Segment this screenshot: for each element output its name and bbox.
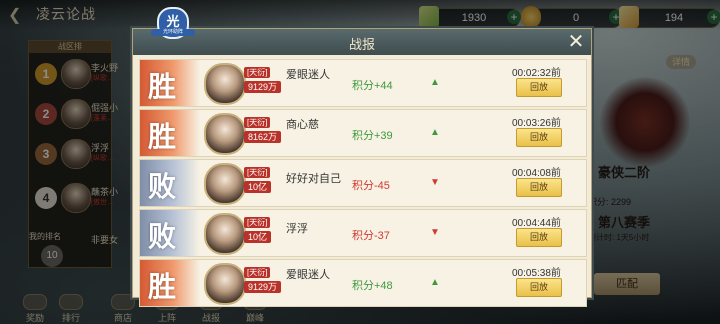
replay-button[interactable]: 回放	[516, 178, 562, 197]
battle-time: 00:05:38前	[512, 268, 561, 279]
server-tag: [天衍]	[244, 217, 271, 228]
power-badge: 9129万	[244, 81, 282, 93]
arrow-up-icon: ▲	[430, 277, 440, 288]
battle-row: 胜 [天衍] 9129万 爱眼迷人 积分+48 ▲ 00:05:38前 回放	[139, 259, 587, 307]
arrow-down-icon: ▼	[430, 177, 440, 188]
avatar	[204, 113, 246, 155]
modal-title: 战报	[348, 38, 375, 53]
arrow-up-icon: ▲	[430, 127, 440, 138]
replay-button[interactable]: 回放	[516, 128, 562, 147]
points-change: 积分-37	[352, 230, 390, 242]
battle-row: 败 [天衍] 10亿 好好对自己 积分-45 ▼ 00:04:08前 回放	[139, 159, 587, 207]
opponent-name: 商心慈	[286, 119, 319, 131]
opponent-name: 浮浮	[286, 223, 308, 235]
battle-row: 胜 [天衍] 9129万 爱眼迷人 积分+44 ▲ 00:02:32前 回放	[139, 59, 587, 107]
result-stamp: 败	[140, 160, 200, 206]
close-icon[interactable]: ✕	[565, 31, 587, 53]
result-stamp: 胜	[140, 60, 200, 106]
server-tag: [天衍]	[244, 67, 271, 78]
server-tag: [天衍]	[244, 117, 271, 128]
battle-time: 00:03:26前	[512, 118, 561, 129]
power-badge: 10亿	[244, 231, 272, 243]
result-glyph: 胜	[148, 70, 177, 103]
result-stamp: 败	[140, 210, 200, 256]
replay-button[interactable]: 回放	[516, 78, 562, 97]
battle-row: 胜 [天衍] 8162万 商心慈 积分+39 ▲ 00:03:26前 回放	[139, 109, 587, 157]
power-badge: 8162万	[244, 131, 282, 143]
opponent-name: 爱眼迷人	[286, 69, 330, 81]
points-change: 积分+39	[352, 130, 393, 142]
points-change: 积分+48	[352, 280, 393, 292]
avatar	[204, 263, 246, 305]
points-change: 积分+44	[352, 80, 393, 92]
result-glyph: 胜	[148, 120, 177, 153]
result-stamp: 胜	[140, 260, 200, 306]
server-tag: [天衍]	[244, 167, 271, 178]
opponent-name: 好好对自己	[286, 173, 341, 185]
result-glyph: 败	[148, 170, 177, 203]
avatar	[204, 213, 246, 255]
modal-header: 战报 ✕	[133, 29, 591, 55]
aura-badge[interactable]: 光 光环助阵	[151, 7, 195, 43]
battle-time: 00:04:08前	[512, 168, 561, 179]
battle-row: 败 [天衍] 10亿 浮浮 积分-37 ▼ 00:04:44前 回放	[139, 209, 587, 257]
avatar	[204, 63, 246, 105]
battle-report-modal: 战报 ✕ 光 光环助阵 胜 [天衍] 9129万 爱眼迷人 积分+44 ▲ 00…	[132, 7, 592, 307]
avatar	[204, 163, 246, 205]
opponent-name: 爱眼迷人	[286, 269, 330, 281]
replay-button[interactable]: 回放	[516, 278, 562, 297]
arrow-down-icon: ▼	[430, 227, 440, 238]
power-badge: 10亿	[244, 181, 272, 193]
replay-button[interactable]: 回放	[516, 228, 562, 247]
result-glyph: 败	[148, 220, 177, 253]
server-tag: [天衍]	[244, 267, 271, 278]
points-change: 积分-45	[352, 180, 390, 192]
battle-time: 00:02:32前	[512, 68, 561, 79]
aura-badge-caption: 光环助阵	[151, 29, 195, 36]
arrow-up-icon: ▲	[430, 77, 440, 88]
battle-time: 00:04:44前	[512, 218, 561, 229]
result-stamp: 胜	[140, 110, 200, 156]
power-badge: 9129万	[244, 281, 282, 293]
result-glyph: 胜	[148, 270, 177, 303]
